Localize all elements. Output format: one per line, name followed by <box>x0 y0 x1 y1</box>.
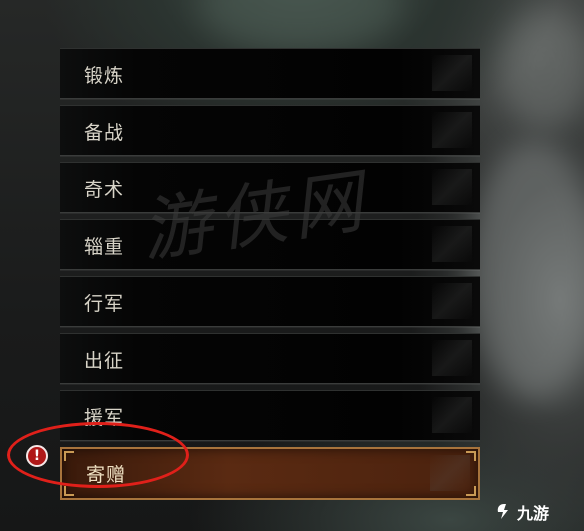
menu-item-beizhan[interactable]: 备战 <box>60 105 480 156</box>
logo-icon <box>497 504 508 519</box>
menu-item-chuzheng[interactable]: 出征 <box>60 333 480 384</box>
menu-item-label: 奇术 <box>84 179 125 201</box>
menu-item-label: 出征 <box>84 350 125 372</box>
frame-corner <box>466 451 476 461</box>
smoke-decoration <box>200 0 400 50</box>
menu-item-qishu[interactable]: 奇术 <box>60 162 480 213</box>
game-screen: 锻炼 备战 奇术 辎重 行军 出征 援军 寄赠 ! 游侠网 九游 <box>0 0 584 531</box>
menu-item-label: 辎重 <box>84 236 125 258</box>
frame-corner <box>466 486 476 496</box>
menu-item-duanlian[interactable]: 锻炼 <box>60 48 480 99</box>
site-logo: 九游 <box>494 500 549 524</box>
logo-text: 九游 <box>517 504 550 523</box>
smoke-decoration <box>470 140 584 400</box>
frame-corner <box>64 486 74 496</box>
menu-item-label: 行军 <box>84 293 125 315</box>
menu-item-zizhong[interactable]: 辎重 <box>60 219 480 270</box>
menu-item-xingjun[interactable]: 行军 <box>60 276 480 327</box>
menu-item-label: 备战 <box>84 122 125 144</box>
smoke-decoration <box>500 10 584 130</box>
highlight-circle <box>7 422 189 488</box>
menu-item-label: 锻炼 <box>84 65 125 87</box>
